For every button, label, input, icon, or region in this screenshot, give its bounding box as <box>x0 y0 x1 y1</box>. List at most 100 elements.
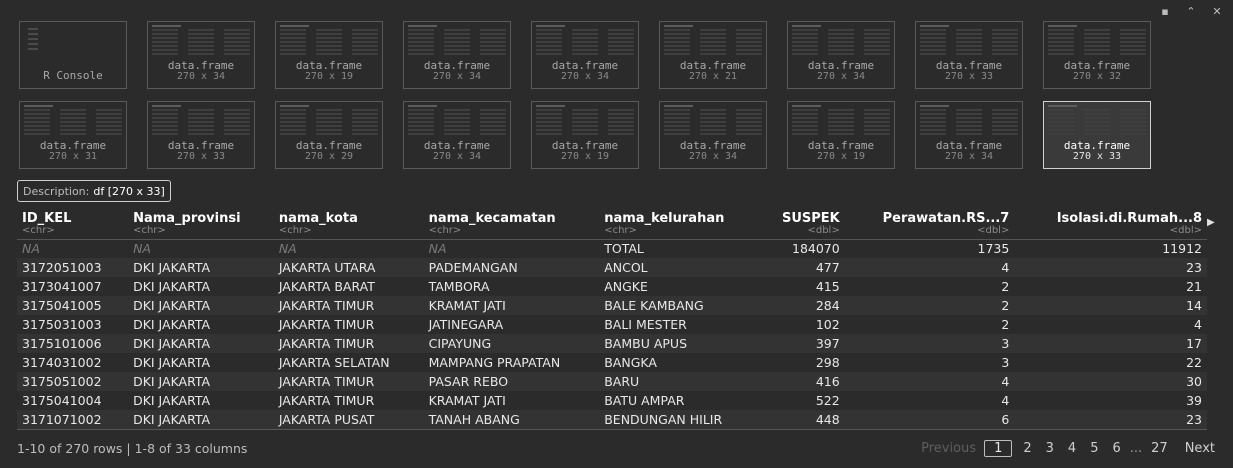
thumbnail-data-frame[interactable]: data.frame 270 x 31 <box>19 101 127 169</box>
table-cell: 3 <box>1001 336 1010 351</box>
thumbnail-preview <box>1048 105 1146 139</box>
table-cell: 3173041007 <box>22 279 102 294</box>
column-type: <chr> <box>133 225 166 236</box>
table-cell: DKI JAKARTA <box>133 374 211 389</box>
table-cell: 3175101006 <box>22 336 102 351</box>
table-cell: 3172051003 <box>22 260 102 275</box>
table-cell: 3171071002 <box>22 411 102 427</box>
close-icon[interactable]: ✕ <box>1211 4 1223 18</box>
thumbnail-preview <box>280 105 378 139</box>
thumbnail-data-frame[interactable]: data.frame 270 x 32 <box>1043 21 1151 89</box>
thumbnail-data-frame[interactable]: data.frame 270 x 34 <box>403 21 511 89</box>
table-row: 3172051003 DKI JAKARTA JAKARTA UTARA PADEMA… <box>17 258 1207 277</box>
table-cell: BATU AMPAR <box>604 393 685 408</box>
thumbnail-data-frame[interactable]: data.frame 270 x 34 <box>787 21 895 89</box>
page-button-6[interactable]: 6 <box>1105 441 1127 456</box>
column-header[interactable]: Perawatan.RS...7 <dbl> <box>845 209 1015 239</box>
page-button-4[interactable]: 4 <box>1061 441 1083 456</box>
table-cell: 17 <box>1186 336 1202 351</box>
table-cell: JAKARTA PUSAT <box>278 411 375 427</box>
thumbnail-data-frame[interactable]: data.frame 270 x 33 <box>915 21 1023 89</box>
thumbnail-data-frame[interactable]: data.frame 270 x 19 <box>275 21 383 89</box>
next-page-button[interactable]: Next <box>1175 441 1215 456</box>
table-cell: 2 <box>1001 298 1010 313</box>
column-header[interactable]: nama_kelurahan <chr> <box>599 209 760 239</box>
thumbnail-dimensions: 270 x 29 <box>304 151 354 162</box>
description-label: Description: <box>23 184 90 198</box>
table-cell: 21 <box>1186 279 1202 294</box>
table-cell: BENDUNGAN HILIR <box>604 411 723 427</box>
table-cell: BALI MESTER <box>604 317 687 332</box>
current-page-button[interactable]: 1 <box>984 440 1013 457</box>
table-cell: 298 <box>815 355 840 370</box>
table-cell: 3175051002 <box>22 374 102 389</box>
thumbnail-dimensions: 270 x 34 <box>176 71 226 82</box>
clear-icon[interactable]: ▪ <box>1159 4 1171 18</box>
table-cell: 184070 <box>792 241 840 257</box>
column-header[interactable]: Isolasi.di.Rumah...8 <dbl> <box>1014 209 1207 239</box>
table-cell: 3175031003 <box>22 317 102 332</box>
thumbnail-data-frame[interactable]: data.frame 270 x 33 <box>147 101 255 169</box>
table-cell: BANGKA <box>604 355 657 370</box>
thumbnail-data-frame[interactable]: data.frame 270 x 34 <box>531 21 639 89</box>
table-cell: JAKARTA TIMUR <box>278 393 375 408</box>
table-cell: 4 <box>1001 393 1010 408</box>
thumbnail-data-frame[interactable]: data.frame 270 x 19 <box>531 101 639 169</box>
thumbnail-data-frame[interactable]: data.frame 270 x 34 <box>147 21 255 89</box>
table-cell: ANGKE <box>604 279 648 294</box>
thumbnail-preview <box>536 105 634 139</box>
thumbnail-dimensions: 270 x 19 <box>816 151 866 162</box>
thumbnail-dimensions: 270 x 32 <box>1072 71 1122 82</box>
column-type: <dbl> <box>807 225 840 236</box>
table-cell: PADEMANGAN <box>428 260 518 275</box>
previous-page-button[interactable]: Previous <box>914 441 984 456</box>
thumbnail-dimensions: 270 x 33 <box>176 151 226 162</box>
thumbnail-data-frame[interactable]: data.frame 270 x 21 <box>659 21 767 89</box>
table-cell: 4 <box>1001 374 1010 389</box>
thumbnail-dimensions: 270 x 33 <box>944 71 994 82</box>
table-cell: 39 <box>1186 393 1202 408</box>
table-cell: DKI JAKARTA <box>133 393 211 408</box>
table-cell: 3 <box>1001 355 1010 370</box>
page-button-5[interactable]: 5 <box>1083 441 1105 456</box>
thumbnail-data-frame[interactable]: data.frame 270 x 34 <box>915 101 1023 169</box>
column-name: Isolasi.di.Rumah...8 <box>1056 211 1202 226</box>
thumbnail-data-frame[interactable]: data.frame 270 x 19 <box>787 101 895 169</box>
table-row: 3171071002 DKI JAKARTA JAKARTA PUSAT TANAH … <box>17 410 1207 429</box>
column-name: nama_kota <box>278 211 358 226</box>
column-header[interactable]: nama_kota <chr> <box>274 209 424 239</box>
thumbnail-preview <box>792 25 890 59</box>
table-cell: 102 <box>815 317 840 332</box>
thumbnail-data-frame[interactable]: data.frame 270 x 29 <box>275 101 383 169</box>
thumbnail-preview <box>408 25 506 59</box>
pagination-info: 1-10 of 270 rows | 1-8 of 33 columns <box>17 441 248 456</box>
viewer-toolbar: ▪ ⌃ ✕ <box>1159 4 1223 18</box>
column-header[interactable]: nama_kecamatan <chr> <box>424 209 600 239</box>
page-button-3[interactable]: 3 <box>1039 441 1061 456</box>
table-cell: JAKARTA UTARA <box>278 260 376 275</box>
column-header[interactable]: Nama_provinsi <chr> <box>128 209 274 239</box>
thumbnail-data-frame[interactable]: data.frame 270 x 34 <box>659 101 767 169</box>
table-cell: 415 <box>815 279 840 294</box>
table-cell: BAMBU APUS <box>604 336 688 351</box>
column-header[interactable]: SUSPEK <dbl> <box>761 209 845 239</box>
table-cell: 3174031002 <box>22 355 102 370</box>
description-value: df [270 x 33] <box>93 184 165 198</box>
table-cell: KRAMAT JATI <box>428 298 506 313</box>
thumbnail-r-console[interactable]: R Console <box>19 21 127 89</box>
collapse-icon[interactable]: ⌃ <box>1185 4 1197 18</box>
page-button-2[interactable]: 2 <box>1016 441 1038 456</box>
thumbnail-dimensions: 270 x 21 <box>688 71 738 82</box>
next-columns-arrow-icon[interactable]: ▶ <box>1207 217 1215 228</box>
table-cell: JAKARTA TIMUR <box>278 374 375 389</box>
table-cell: 23 <box>1186 260 1202 275</box>
thumbnail-data-frame[interactable]: data.frame 270 x 33 <box>1043 101 1151 169</box>
pagination: Previous 1 2 3 4 5 6 ... 27 Next <box>914 440 1215 457</box>
table-cell: 14 <box>1186 298 1202 313</box>
table-cell: DKI JAKARTA <box>133 260 211 275</box>
page-button-27[interactable]: 27 <box>1144 441 1175 456</box>
thumbnail-preview <box>792 105 890 139</box>
table-cell: PASAR REBO <box>428 374 509 389</box>
column-header[interactable]: ID_KEL <chr> <box>17 209 128 239</box>
thumbnail-data-frame[interactable]: data.frame 270 x 34 <box>403 101 511 169</box>
